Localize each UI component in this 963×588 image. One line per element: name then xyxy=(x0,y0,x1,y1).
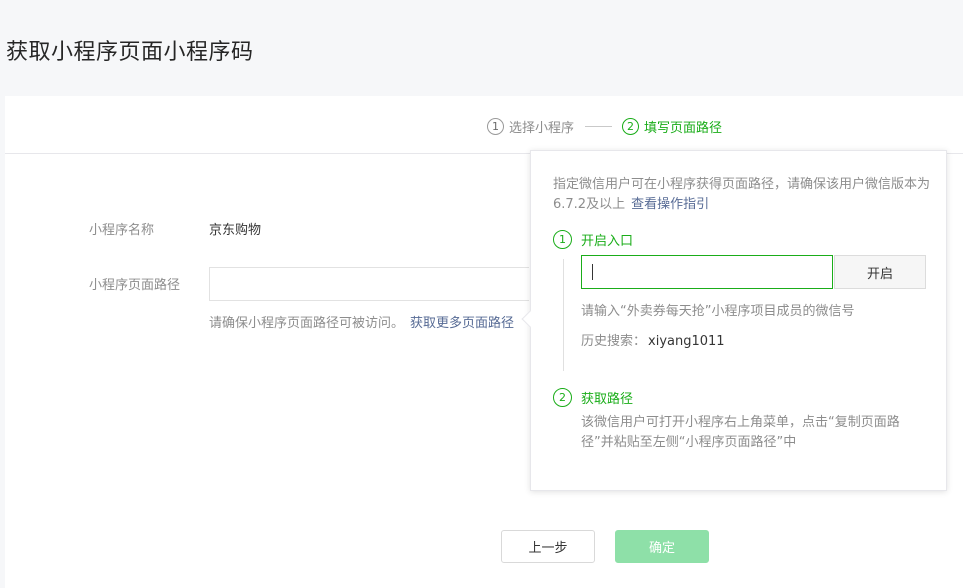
step-title: 开启入口 xyxy=(581,234,634,249)
wechat-id-input[interactable] xyxy=(581,255,833,289)
get-path-description: 该微信用户可打开小程序右上角菜单，点击“复制页面路径”并粘贴至左侧“小程序页面路… xyxy=(581,415,900,450)
step-number: 1 xyxy=(487,117,504,135)
popover-description: 指定微信用户可在小程序获得页面路径，请确保该用户微信版本为6.7.2及以上 查看操… xyxy=(553,175,933,215)
search-history: 历史搜索： xiyang1011 xyxy=(581,330,725,349)
popover-step-enable-entry: 1 开启入口 xyxy=(553,230,633,249)
confirm-button[interactable]: 确定 xyxy=(615,530,709,563)
step-fill-path: 2 填写页面路径 xyxy=(622,116,722,136)
step-connector xyxy=(563,259,564,371)
history-item[interactable]: xiyang1011 xyxy=(648,334,725,349)
wechat-id-hint: 请输入“外卖券每天抢”小程序项目成员的微信号 xyxy=(581,304,855,319)
step-label: 选择小程序 xyxy=(509,120,575,136)
step-number: 2 xyxy=(622,117,639,135)
popover-step-get-path: 2 获取路径 xyxy=(553,388,633,407)
step-title: 获取路径 xyxy=(581,392,634,407)
page-title: 获取小程序页面小程序码 xyxy=(6,40,254,65)
page-path-input[interactable] xyxy=(209,267,529,301)
steps-bar: 1 选择小程序 2 填写页面路径 xyxy=(5,96,963,154)
get-more-paths-link[interactable]: 获取更多页面路径 xyxy=(410,316,514,331)
page-path-label: 小程序页面路径 xyxy=(89,278,181,293)
step-label: 填写页面路径 xyxy=(644,120,723,136)
open-entry-button[interactable]: 开启 xyxy=(834,255,926,289)
text-caret xyxy=(592,264,593,280)
step-number: 2 xyxy=(553,388,572,407)
step-select-miniprogram[interactable]: 1 选择小程序 xyxy=(487,116,574,136)
step-number: 1 xyxy=(553,230,572,249)
prev-step-button[interactable]: 上一步 xyxy=(501,530,595,563)
miniprogram-name-value: 京东购物 xyxy=(209,223,262,238)
view-guide-link[interactable]: 查看操作指引 xyxy=(631,197,709,212)
popover-desc-text: 指定微信用户可在小程序获得页面路径，请确保该用户微信版本为6.7.2及以上 xyxy=(553,177,931,212)
miniprogram-name-label: 小程序名称 xyxy=(89,223,155,238)
history-label: 历史搜索： xyxy=(581,334,647,349)
step-connector xyxy=(585,126,612,127)
page-path-hint-text: 请确保小程序页面路径可被访问。 xyxy=(209,316,405,331)
page-path-hint: 请确保小程序页面路径可被访问。 获取更多页面路径 xyxy=(209,312,514,331)
get-path-popover: 指定微信用户可在小程序获得页面路径，请确保该用户微信版本为6.7.2及以上 查看操… xyxy=(521,150,947,491)
